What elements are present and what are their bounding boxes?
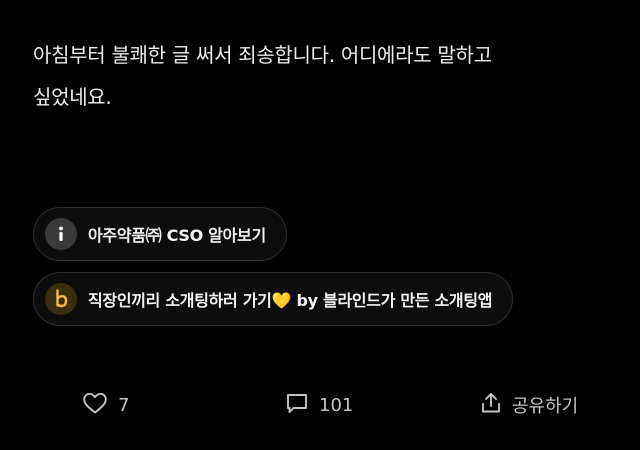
comment-count: 101 <box>319 394 354 416</box>
comment-icon <box>285 391 309 419</box>
blind-dating-chip[interactable]: 직장인끼리 소개팅하러 가기💛 by 블라인드가 만든 소개팅앱 <box>33 272 514 326</box>
info-icon <box>45 218 77 250</box>
share-button[interactable]: 공유하기 <box>479 383 578 427</box>
post-body: 아침부터 불쾌한 글 써서 죄송합니다. 어디에라도 말하고 싶었네요. <box>33 34 613 118</box>
cso-info-chip-label: 아주약품㈜ CSO 알아보기 <box>88 226 266 245</box>
heart-icon <box>82 391 108 419</box>
share-icon <box>479 391 503 419</box>
blind-dating-chip-label: 직장인끼리 소개팅하러 가기💛 by 블라인드가 만든 소개팅앱 <box>88 291 493 310</box>
blind-b-icon <box>45 283 77 315</box>
post-text-line-2: 싶었네요. <box>33 85 112 109</box>
like-button[interactable]: 7 <box>82 383 129 427</box>
post-action-bar: 7 101 공유하기 <box>0 383 640 427</box>
like-count: 7 <box>118 394 130 416</box>
comment-button[interactable]: 101 <box>285 383 353 427</box>
post-text-line-1: 아침부터 불쾌한 글 써서 죄송합니다. 어디에라도 말하고 <box>33 43 492 67</box>
cso-info-chip[interactable]: 아주약품㈜ CSO 알아보기 <box>33 207 287 261</box>
share-label: 공유하기 <box>512 396 579 417</box>
